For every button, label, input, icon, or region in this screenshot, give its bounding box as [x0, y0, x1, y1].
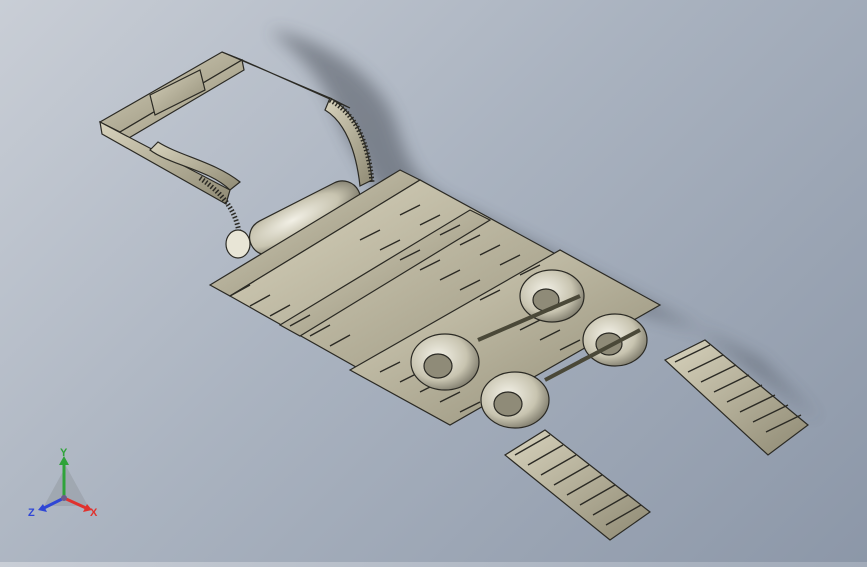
- z-axis-label: Z: [28, 507, 35, 519]
- graphics-viewport[interactable]: [0, 0, 867, 562]
- trailer-chassis-model[interactable]: [0, 0, 867, 562]
- y-axis-label: Y: [60, 448, 68, 459]
- x-axis-label: X: [90, 507, 98, 519]
- ramp-left[interactable]: [503, 429, 652, 541]
- view-orientation-triad[interactable]: Y X Z: [28, 447, 104, 524]
